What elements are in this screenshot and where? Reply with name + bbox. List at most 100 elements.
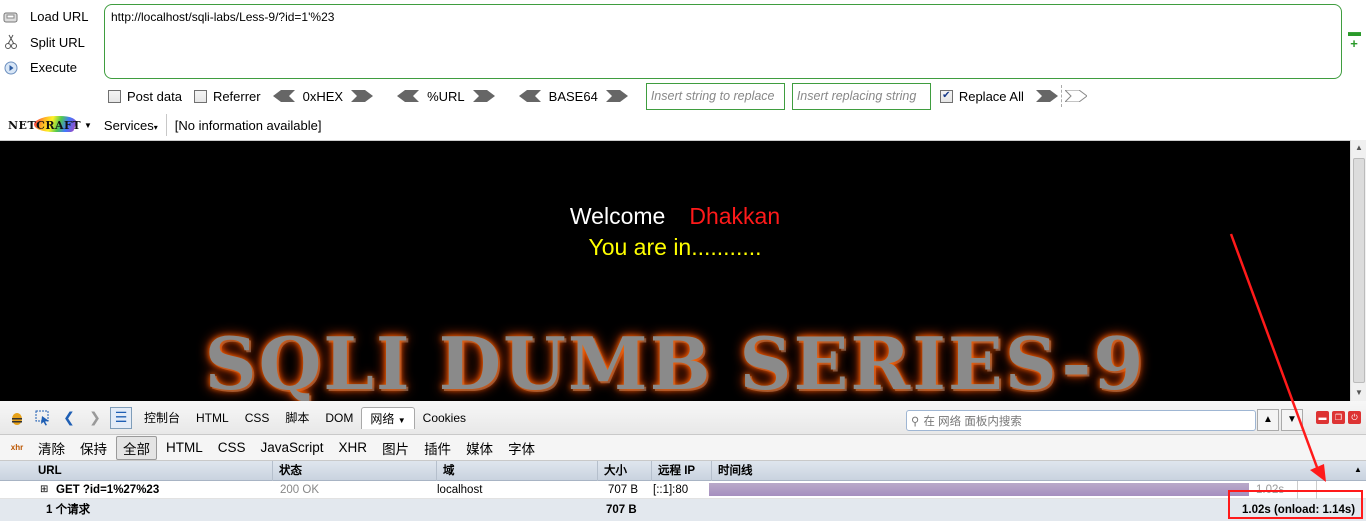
col-timeline[interactable]: 时间线 <box>711 461 753 481</box>
col-url[interactable]: URL <box>32 461 62 481</box>
back-icon[interactable]: ❮ <box>58 407 80 429</box>
scroll-thumb[interactable] <box>1353 158 1365 383</box>
tab-css[interactable]: CSS <box>237 407 278 429</box>
load-url-label: Load URL <box>30 9 89 25</box>
page-content: Welcome Dhakkan You are in........... SQL… <box>0 140 1350 401</box>
expand-icon[interactable]: + <box>1348 37 1360 50</box>
filter-html[interactable]: HTML <box>160 439 209 456</box>
hex-encode-arrow-icon[interactable] <box>351 90 374 102</box>
tab-net[interactable]: 网络 ▼ <box>361 406 415 429</box>
load-url-button[interactable]: Load URL <box>2 4 100 30</box>
search-prev-button[interactable]: ▲ <box>1257 409 1279 431</box>
post-data-label: Post data <box>127 88 182 104</box>
netcraft-text: NETCRAFT <box>8 118 82 132</box>
replacing-string-input[interactable]: Insert replacing string <box>791 82 931 110</box>
base64-label: BASE64 <box>548 88 598 104</box>
netcraft-dropdown-icon[interactable]: ▼ <box>84 121 92 130</box>
panel-search-input[interactable]: ⚲ 在 网络 面板内搜索 <box>906 410 1256 431</box>
column-menu-icon[interactable]: ▲ <box>1354 465 1362 474</box>
col-domain[interactable]: 域 <box>436 461 455 481</box>
expand-row-icon[interactable]: ⊞ <box>40 481 50 499</box>
filter-plugins[interactable]: 插件 <box>418 437 457 459</box>
net-summary-row: 1 个请求 707 B 1.02s (onload: 1.14s) <box>0 499 1366 521</box>
tab-dom[interactable]: DOM <box>317 407 361 429</box>
close-icon[interactable]: ⏻ <box>1348 411 1361 424</box>
firebug-toolbar: ❮ ❯ ☰ 控制台 HTML CSS 脚本 DOM 网络 ▼ Cookies ⚲… <box>0 401 1366 435</box>
referrer-label: Referrer <box>212 88 261 104</box>
replace-next-arrow-icon[interactable] <box>1064 90 1087 102</box>
execute-label: Execute <box>30 60 77 76</box>
page-scrollbar[interactable]: ▲ ▼ <box>1350 140 1366 401</box>
replace-arrow-icon[interactable] <box>1035 90 1058 102</box>
hackbar-actions: Load URL Split URL Execute <box>2 4 100 81</box>
welcome-text: Welcome <box>569 203 666 229</box>
request-url[interactable]: GET ?id=1%27%23 <box>56 481 159 499</box>
filter-persist[interactable]: 保持 <box>74 437 113 459</box>
firebug-bug-icon[interactable] <box>6 407 28 429</box>
hackbar-toolbar: Load URL Split URL Execute http://localh… <box>0 0 1366 140</box>
filter-images[interactable]: 图片 <box>376 437 415 459</box>
split-url-icon <box>2 33 20 51</box>
inspect-icon[interactable] <box>32 407 54 429</box>
col-ip[interactable]: 远程 IP <box>651 461 695 481</box>
welcome-line: Welcome Dhakkan <box>0 203 1350 230</box>
request-size: 707 B <box>608 484 639 496</box>
minimize-icon[interactable]: ▬ <box>1316 411 1329 424</box>
url-enc-label: %URL <box>427 88 465 104</box>
col-size[interactable]: 大小 <box>597 461 627 481</box>
filter-xhr[interactable]: XHR <box>333 439 374 456</box>
tab-console[interactable]: 控制台 <box>136 407 188 429</box>
split-url-button[interactable]: Split URL <box>2 30 100 56</box>
tab-cookies[interactable]: Cookies <box>415 407 474 429</box>
search-icon: ⚲ <box>911 415 920 428</box>
url-decode-arrow-icon[interactable] <box>397 90 420 102</box>
total-size: 707 B <box>606 504 637 516</box>
replace-all-box[interactable]: ✔ <box>939 89 953 103</box>
filter-fonts[interactable]: 字体 <box>502 437 541 459</box>
referrer-box[interactable] <box>193 89 207 103</box>
referrer-checkbox[interactable]: Referrer <box>193 88 261 104</box>
replace-string-input[interactable]: Insert string to replace <box>645 82 785 110</box>
site-info-text: [No information available] <box>174 117 322 133</box>
post-data-checkbox[interactable]: Post data <box>108 89 182 104</box>
filter-css[interactable]: CSS <box>212 439 252 456</box>
filter-clear[interactable]: 清除 <box>32 437 71 459</box>
post-data-box[interactable] <box>108 89 121 103</box>
filter-media[interactable]: 媒体 <box>460 437 499 459</box>
base64-decode-arrow-icon[interactable] <box>518 90 541 102</box>
series-banner: SQLI DUMB SERIES-9 <box>204 321 1146 401</box>
request-domain: localhost <box>437 484 483 496</box>
scroll-up-icon[interactable]: ▲ <box>1351 140 1366 156</box>
request-ip: [::1]:80 <box>653 484 689 496</box>
search-next-button[interactable]: ▼ <box>1281 409 1303 431</box>
execute-icon <box>2 59 20 77</box>
xhr-breakpoint-icon[interactable]: xhr <box>8 440 26 456</box>
base64-encode-arrow-icon[interactable] <box>605 90 628 102</box>
hex-label: 0xHEX <box>302 88 344 104</box>
hex-decode-arrow-icon[interactable] <box>272 90 295 102</box>
url-encode-arrow-icon[interactable] <box>472 90 495 102</box>
url-encoder: %URL <box>397 89 495 104</box>
hex-encoder: 0xHEX <box>272 88 374 104</box>
url-textarea[interactable]: http://localhost/sqli-labs/Less-9/?id=1'… <box>104 4 1342 79</box>
col-status[interactable]: 状态 <box>272 461 302 481</box>
netcraft-logo[interactable]: NETCRAFT <box>4 115 81 135</box>
forward-icon[interactable]: ❯ <box>84 407 106 429</box>
base64-encoder: BASE64 <box>518 88 628 104</box>
scroll-down-icon[interactable]: ▼ <box>1351 385 1366 401</box>
execute-button[interactable]: Execute <box>2 55 100 81</box>
replace-all-checkbox[interactable]: ✔ Replace All <box>939 89 1024 104</box>
netcraft-toolbar: NETCRAFT ▼ Services▾ [No information ava… <box>4 113 322 137</box>
filter-javascript[interactable]: JavaScript <box>255 439 330 456</box>
command-line-icon[interactable]: ☰ <box>110 406 132 429</box>
net-table-header: URL 状态 域 大小 远程 IP 时间线 ▲ <box>0 461 1366 481</box>
services-menu[interactable]: Services▾ <box>104 118 158 133</box>
tab-script[interactable]: 脚本 <box>277 407 317 429</box>
filter-all[interactable]: 全部 <box>116 435 157 460</box>
hackbar-options-row: Post data Referrer 0xHEX %URL BASE64 Ins… <box>108 82 1087 110</box>
detach-icon[interactable]: ❐ <box>1332 411 1345 424</box>
search-placeholder: 在 网络 面板内搜索 <box>923 415 1022 428</box>
table-row[interactable]: ⊞ GET ?id=1%27%23 200 OK localhost 707 B… <box>0 481 1366 499</box>
tab-html[interactable]: HTML <box>188 407 237 429</box>
status-message: You are in........... <box>588 234 762 260</box>
